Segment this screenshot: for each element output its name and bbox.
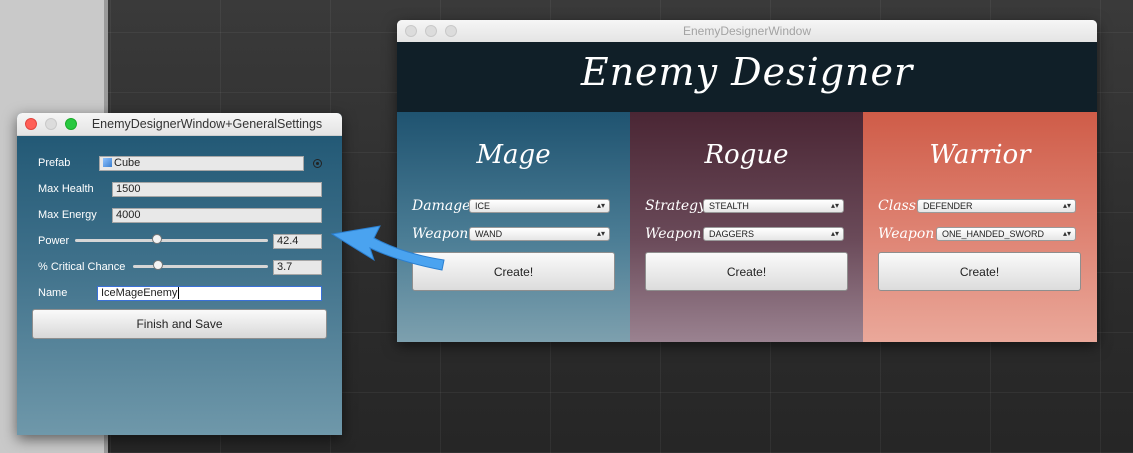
finish-and-save-button[interactable]: Finish and Save [32,309,327,339]
warrior-weapon-row: Weapon ONE_HANDED_SWORD ▴▾ [878,226,1088,246]
power-value-field[interactable]: 42.4 [273,234,322,249]
critical-chance-slider-thumb[interactable] [153,260,163,270]
mage-weapon-dropdown[interactable]: WAND ▴▾ [469,227,610,241]
rogue-weapon-row: Weapon DAGGERS ▴▾ [645,226,855,246]
warrior-column: Warrior Class DEFENDER ▴▾ Weapon ONE_HAN… [863,112,1097,342]
object-picker-icon[interactable] [313,159,322,168]
dropdown-arrow-icon: ▴▾ [596,229,605,238]
mage-damage-dropdown[interactable]: ICE ▴▾ [469,199,610,213]
warrior-weapon-dropdown[interactable]: ONE_HANDED_SWORD ▴▾ [936,227,1076,241]
power-slider-track [75,239,268,242]
power-slider[interactable] [75,233,268,247]
mage-damage-label: Damage [412,198,471,214]
name-value: IceMageEnemy [101,287,178,299]
warrior-class-label: Class [878,198,916,214]
rogue-strategy-dropdown[interactable]: STEALTH ▴▾ [703,199,844,213]
rogue-column: Rogue Strategy STEALTH ▴▾ Weapon DAGGERS… [630,112,863,342]
settings-window-title: EnemyDesignerWindow+GeneralSettings [91,117,323,131]
warrior-weapon-label: Weapon [878,226,935,242]
power-slider-thumb[interactable] [152,234,162,244]
mage-damage-row: Damage ICE ▴▾ [412,198,622,218]
critical-chance-value-field[interactable]: 3.7 [273,260,322,275]
create-rogue-button[interactable]: Create! [645,252,848,291]
settings-titlebar: EnemyDesignerWindow+GeneralSettings [17,113,342,136]
dropdown-arrow-icon: ▴▾ [596,201,605,210]
prefab-label: Prefab [38,157,71,169]
warrior-class-row: Class DEFENDER ▴▾ [878,198,1088,218]
enemy-designer-window: EnemyDesignerWindow Enemy Designer Mage … [397,20,1097,342]
cube-icon [103,158,112,167]
dropdown-arrow-icon: ▴▾ [1062,201,1071,210]
critical-chance-slider[interactable] [133,259,268,273]
max-health-label: Max Health [38,183,94,195]
minimize-window-button[interactable] [45,118,57,130]
rogue-weapon-value: DAGGERS [709,229,755,239]
mage-title: Mage [476,140,551,170]
max-energy-label: Max Energy [38,209,97,221]
window-title: EnemyDesignerWindow [682,24,812,38]
name-label: Name [38,287,68,299]
rogue-strategy-label: Strategy [645,198,707,214]
name-input[interactable]: IceMageEnemy [97,286,322,301]
create-warrior-button[interactable]: Create! [878,252,1081,291]
prefab-field[interactable]: Cube [99,156,304,171]
warrior-title: Warrior [929,140,1031,170]
prefab-value: Cube [114,157,141,169]
mage-damage-value: ICE [475,201,491,211]
warrior-class-value: DEFENDER [923,201,973,211]
mage-weapon-value: WAND [475,229,503,239]
max-health-field[interactable]: 1500 [112,182,322,197]
dropdown-arrow-icon: ▴▾ [830,229,839,238]
banner-title: Enemy Designer [580,50,914,94]
close-window-button[interactable] [25,118,37,130]
warrior-weapon-value: ONE_HANDED_SWORD [942,229,1045,239]
text-cursor [178,287,180,299]
rogue-weapon-dropdown[interactable]: DAGGERS ▴▾ [703,227,844,241]
dropdown-arrow-icon: ▴▾ [830,201,839,210]
arrow-icon [330,225,445,271]
general-settings-window: EnemyDesignerWindow+GeneralSettings Pref… [17,113,342,435]
rogue-weapon-label: Weapon [645,226,702,242]
warrior-class-dropdown[interactable]: DEFENDER ▴▾ [917,199,1076,213]
max-energy-field[interactable]: 4000 [112,208,322,223]
rogue-title: Rogue [704,140,789,170]
rogue-strategy-row: Strategy STEALTH ▴▾ [645,198,855,218]
rogue-strategy-value: STEALTH [709,201,749,211]
power-label: Power [38,235,70,247]
dropdown-arrow-icon: ▴▾ [1062,229,1071,238]
header-banner: Enemy Designer [397,42,1097,112]
critical-chance-label: % Critical Chance [38,261,126,273]
window-titlebar: EnemyDesignerWindow [397,20,1097,43]
